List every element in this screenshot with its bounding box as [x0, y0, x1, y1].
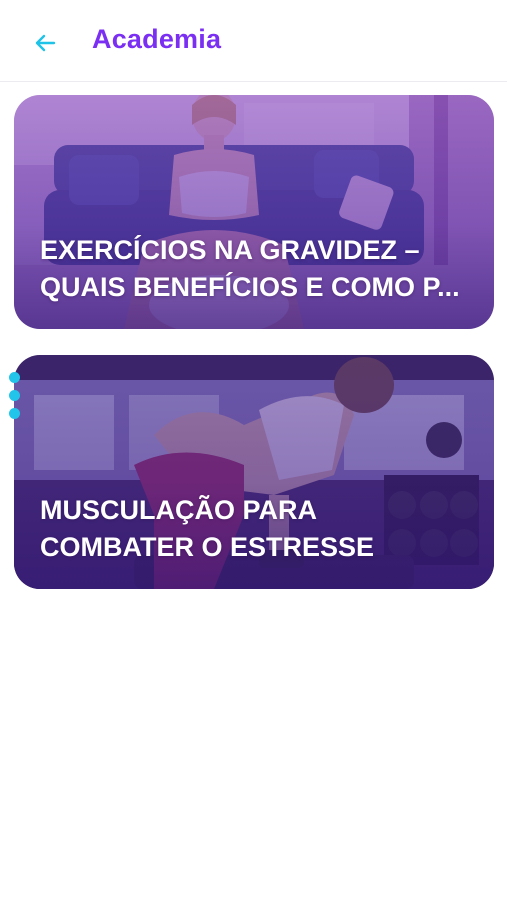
article-title-line-2: QUAIS BENEFÍCIOS E COMO P... — [40, 272, 460, 302]
back-button[interactable] — [28, 26, 62, 60]
app-header: Academia — [0, 0, 507, 82]
article-title: EXERCÍCIOS NA GRAVIDEZ – QUAIS BENEFÍCIO… — [40, 232, 472, 306]
article-title-line-1: MUSCULAÇÃO PARA — [40, 495, 317, 525]
article-card-pregnancy-exercises[interactable]: EXERCÍCIOS NA GRAVIDEZ – QUAIS BENEFÍCIO… — [14, 95, 494, 329]
page-title: Academia — [92, 24, 222, 54]
article-card-weightlifting-stress[interactable]: MUSCULAÇÃO PARA COMBATER O ESTRESSE — [14, 355, 494, 589]
pager-dot[interactable] — [9, 390, 20, 401]
pager-dot[interactable] — [9, 372, 20, 383]
arrow-left-icon — [35, 34, 56, 52]
pager-indicator — [9, 372, 21, 420]
pager-dot[interactable] — [9, 408, 20, 419]
article-title-line-1: EXERCÍCIOS NA GRAVIDEZ – — [40, 235, 420, 265]
article-title-line-2: COMBATER O ESTRESSE — [40, 532, 375, 562]
article-title: MUSCULAÇÃO PARA COMBATER O ESTRESSE — [40, 492, 472, 566]
